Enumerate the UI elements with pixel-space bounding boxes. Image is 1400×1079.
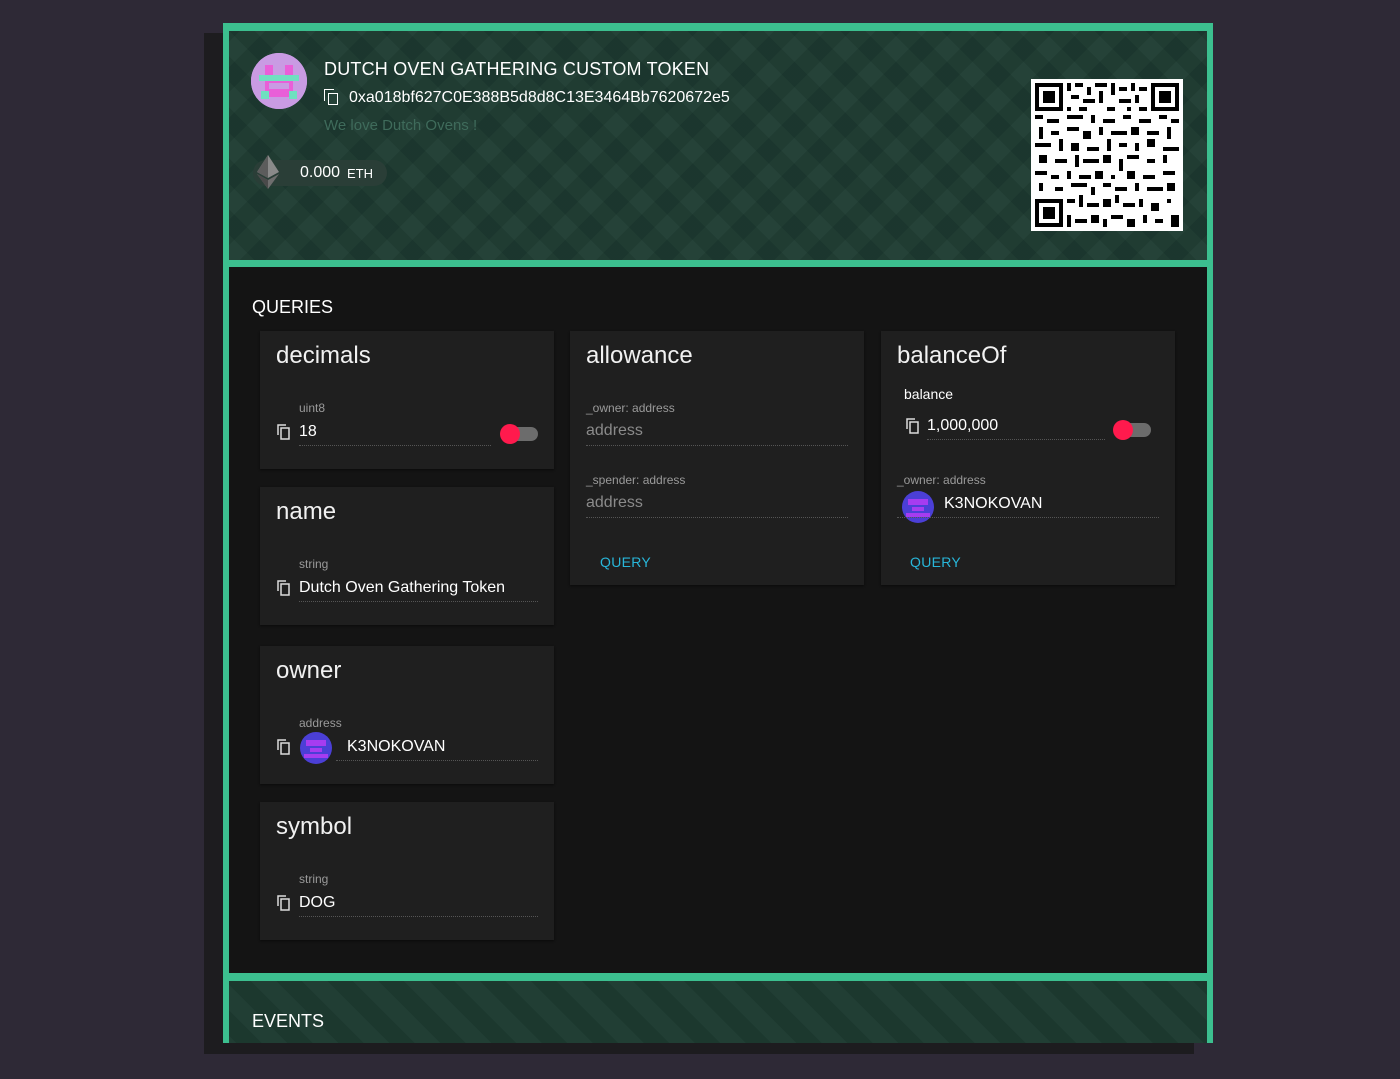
allowance-card: allowance _owner: address address _spend… (570, 331, 864, 585)
owner-underline (336, 760, 538, 761)
eth-balance: 0.000 ETH (253, 155, 387, 189)
copy-icon[interactable] (324, 89, 340, 107)
balanceof-result-underline (927, 439, 1105, 440)
balanceof-owner-underline (897, 517, 1159, 518)
balanceof-title: balanceOf (897, 342, 1007, 369)
ethereum-icon (257, 155, 279, 189)
symbol-title: symbol (276, 813, 353, 840)
allowance-spender-underline (586, 517, 848, 518)
balanceof-query-button[interactable]: QUERY (910, 554, 961, 570)
queries-title: QUERIES (252, 297, 334, 317)
decimals-type: uint8 (299, 401, 326, 415)
balanceof-result-label: balance (904, 386, 954, 402)
balanceof-card: balanceOf balance 1,000,000 _owner: addr… (881, 331, 1175, 585)
eth-balance-value: 0.000 (300, 164, 341, 181)
token-name: DUTCH OVEN GATHERING CUSTOM TOKEN (324, 59, 710, 79)
name-type: string (299, 557, 329, 571)
decimals-card: decimals uint8 18 (260, 331, 554, 469)
qr-code (1031, 79, 1183, 231)
allowance-owner-underline (586, 445, 848, 446)
balanceof-toggle[interactable] (1113, 420, 1151, 440)
copy-icon[interactable] (277, 739, 291, 755)
contract-page: DUTCH OVEN GATHERING CUSTOM TOKEN 0xa018… (223, 23, 1213, 1043)
allowance-title: allowance (586, 342, 693, 369)
owner-card: owner address K3NOKOVAN (260, 646, 554, 784)
allowance-owner-label: _owner: address (586, 401, 675, 415)
symbol-card: symbol string DOG (260, 802, 554, 940)
balanceof-owner-identicon (902, 491, 934, 523)
address-text: 0xa018bf627C0E388B5d8d8C13E3464Bb7620672… (349, 89, 730, 106)
symbol-value: DOG (299, 894, 336, 911)
queries-section: QUERIES decimals uint8 18 name string Du… (229, 267, 1207, 973)
owner-identicon (300, 732, 332, 764)
allowance-query-button[interactable]: QUERY (600, 554, 651, 570)
decimals-value: 18 (299, 423, 317, 440)
token-identicon (251, 53, 307, 109)
token-tagline: We love Dutch Ovens ! (324, 117, 478, 134)
symbol-type: string (299, 872, 329, 886)
allowance-spender-label: _spender: address (586, 473, 686, 487)
decimals-underline (299, 445, 491, 446)
contract-header: DUTCH OVEN GATHERING CUSTOM TOKEN 0xa018… (229, 31, 1207, 260)
balanceof-owner-input[interactable]: K3NOKOVAN (944, 495, 1042, 513)
events-title: EVENTS (252, 1011, 325, 1031)
copy-icon[interactable] (277, 895, 291, 911)
copy-icon[interactable] (906, 418, 920, 434)
allowance-spender-input[interactable]: address (586, 494, 643, 512)
balanceof-result-value: 1,000,000 (927, 417, 999, 434)
owner-type: address (299, 716, 342, 730)
contract-address[interactable]: 0xa018bf627C0E388B5d8d8C13E3464Bb7620672… (324, 89, 730, 107)
name-value: Dutch Oven Gathering Token (299, 579, 506, 596)
events-section: EVENTS (229, 981, 1207, 1043)
owner-value: K3NOKOVAN (347, 738, 446, 755)
copy-icon[interactable] (277, 424, 291, 440)
decimals-toggle[interactable] (500, 424, 538, 444)
name-title: name (276, 498, 337, 525)
decimals-title: decimals (276, 342, 371, 369)
balanceof-owner-label: _owner: address (897, 473, 986, 487)
owner-title: owner (276, 657, 342, 684)
name-underline (299, 601, 538, 602)
eth-balance-unit: ETH (347, 166, 373, 181)
name-card: name string Dutch Oven Gathering Token (260, 487, 554, 625)
symbol-underline (299, 916, 538, 917)
copy-icon[interactable] (277, 580, 291, 596)
allowance-owner-input[interactable]: address (586, 422, 643, 440)
